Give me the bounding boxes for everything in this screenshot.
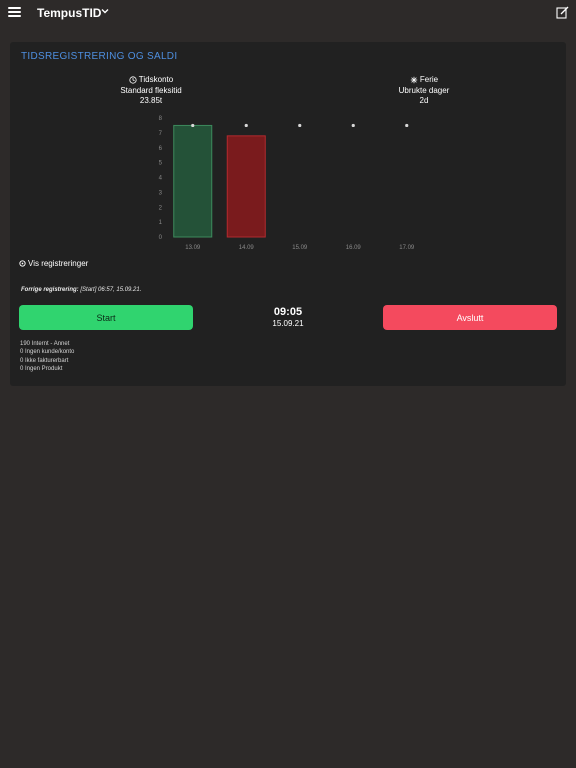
vacation-label: Ferie <box>419 75 439 84</box>
registration-info: 190 Internt - Annet 0 Ingen kunde/konto … <box>20 340 74 373</box>
y-tick-label: 2 <box>159 205 163 211</box>
y-tick-label: 6 <box>159 146 163 152</box>
y-tick-label: 5 <box>159 161 163 167</box>
info-line: 0 Ingen kunde/konto <box>20 349 75 356</box>
target-point <box>351 123 355 128</box>
bar <box>173 124 213 238</box>
time-account-stat: Tidskonto Standard fleksitid 23.85t <box>91 75 211 107</box>
show-registrations-label: Vis registreringer <box>28 259 89 268</box>
target-point <box>298 123 302 128</box>
top-bar: TempusTID <box>0 0 576 26</box>
info-line: 190 Internt - Annet <box>20 341 70 347</box>
target-point <box>405 123 409 128</box>
hours-bar-chart: 0 1 2 3 4 5 6 7 8 13.09 14.09 15.09 16.09 17.09 <box>159 116 415 251</box>
y-tick-label: 8 <box>159 116 163 122</box>
info-line: 0 Ingen Produkt <box>20 365 63 372</box>
app-title[interactable]: TempusTID <box>37 6 101 20</box>
y-tick-label: 0 <box>159 235 163 241</box>
clock-date: 15.09.21 <box>272 319 304 328</box>
time-account-value: 23.85t <box>139 96 163 105</box>
last-registration: Forrige registrering: [Start] 06:57, 15.… <box>21 287 141 293</box>
x-tick-label: 17.09 <box>399 245 415 251</box>
target-point <box>244 123 248 128</box>
vacation-stat: Ferie Ubrukte dager 2d <box>364 75 484 107</box>
vacation-subtitle: Ubrukte dager <box>398 85 450 95</box>
vacation-icon <box>410 77 418 84</box>
hamburger-menu-icon[interactable] <box>8 7 21 17</box>
start-button[interactable]: Start <box>19 305 193 330</box>
card-title: TIDSREGISTRERING OG SALDI <box>21 51 178 62</box>
x-tick-label: 14.09 <box>239 245 255 251</box>
x-tick-label: 15.09 <box>292 245 308 251</box>
y-tick-label: 3 <box>159 190 163 196</box>
edit-icon[interactable] <box>556 6 569 19</box>
y-tick-label: 4 <box>159 176 163 182</box>
x-tick-label: 13.09 <box>185 245 201 251</box>
time-registration-card: TIDSREGISTRERING OG SALDI Tidskonto Stan… <box>10 42 566 386</box>
chevron-down-icon[interactable] <box>100 6 110 16</box>
y-tick-label: 7 <box>159 131 163 137</box>
vacation-value: 2d <box>419 96 429 105</box>
current-time: 09:05 15.09.21 <box>258 306 318 328</box>
last-registration-label: Forrige registrering: <box>21 287 79 293</box>
y-tick-label: 1 <box>159 220 163 226</box>
target-point <box>191 123 195 128</box>
gear-icon <box>19 260 26 267</box>
x-tick-label: 16.09 <box>346 245 362 251</box>
clock-icon <box>129 76 137 84</box>
info-line: 0 Ikke fakturerbart <box>20 357 69 364</box>
show-registrations-link[interactable]: Vis registreringer <box>19 259 88 268</box>
last-registration-value: [Start] 06:57, 15.09.21. <box>80 287 142 293</box>
time-account-label: Tidskonto <box>138 75 174 84</box>
bar <box>226 135 266 238</box>
clock-time: 09:05 <box>273 306 303 318</box>
time-account-subtitle: Standard fleksitid <box>120 85 182 95</box>
stop-button[interactable]: Avslutt <box>383 305 557 330</box>
